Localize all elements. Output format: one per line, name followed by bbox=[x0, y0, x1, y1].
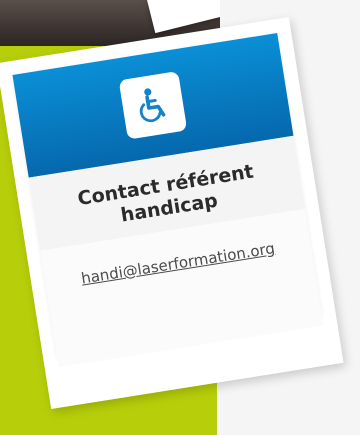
email-link[interactable]: handi@laserformation.org bbox=[80, 239, 276, 287]
contact-card-content: Contact référent handicap handi@laserfor… bbox=[12, 33, 324, 368]
photo-paper-detail bbox=[147, 0, 220, 34]
wheelchair-accessibility-icon bbox=[118, 71, 188, 140]
contact-card: Contact référent handicap handi@laserfor… bbox=[0, 17, 344, 409]
